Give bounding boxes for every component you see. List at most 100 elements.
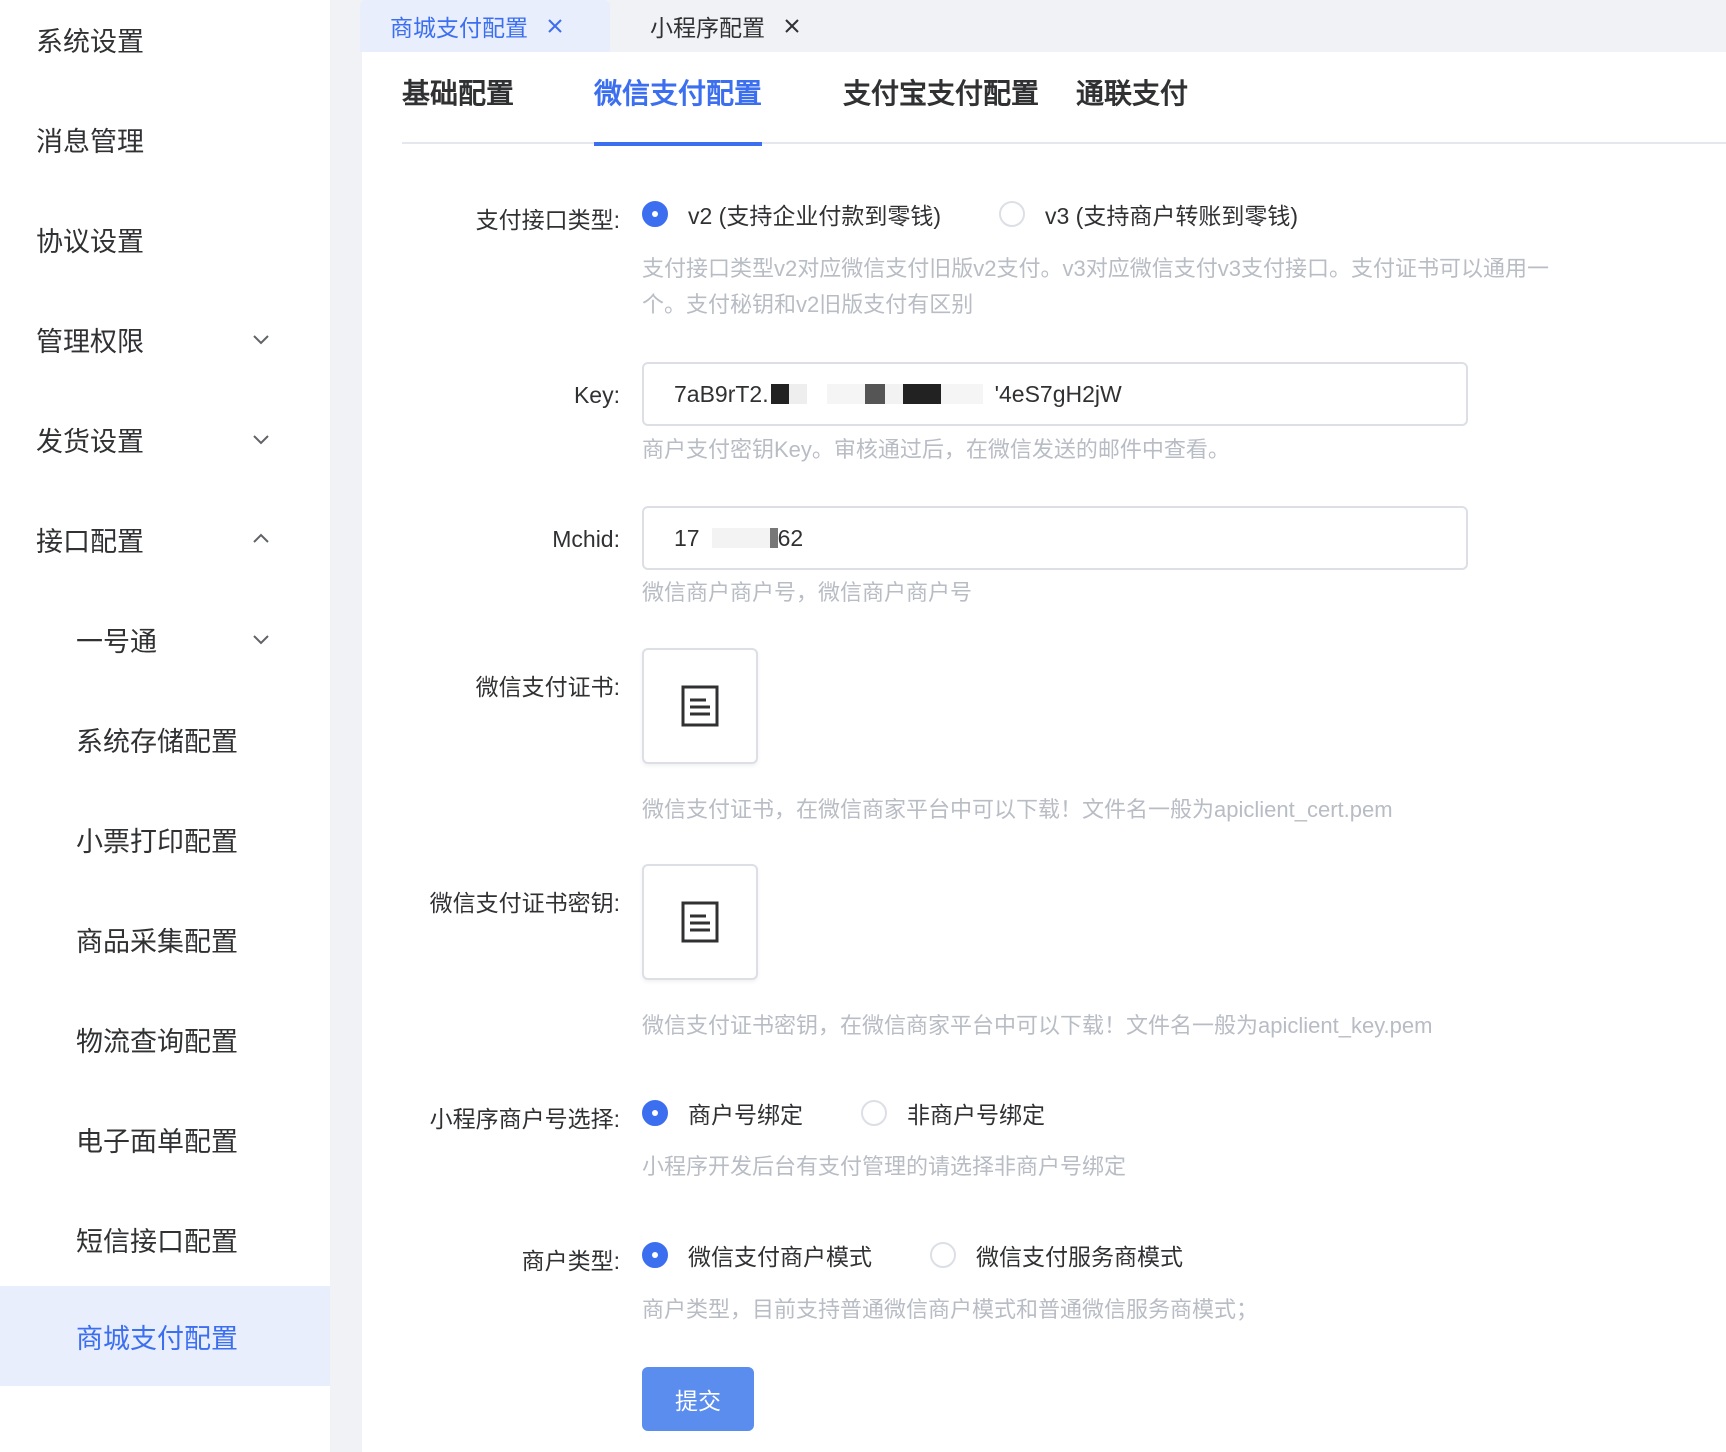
cert-label: 微信支付证书: [475,674,620,700]
radio-dot [642,1100,668,1126]
chevron-up-icon [253,533,269,543]
redaction-mask [711,528,770,548]
radio-non-merchant-bind[interactable]: 非商户号绑定 [861,1096,1045,1130]
radio-dot [861,1100,887,1126]
document-icon [681,685,719,727]
tab-allinpay[interactable]: 通联支付 [1076,72,1188,144]
sidebar-item-admin-permissions[interactable]: 管理权限 [0,289,330,389]
cert-upload[interactable] [642,648,758,764]
redaction-mask [864,384,885,404]
sidebar-item-message-management[interactable]: 消息管理 [0,89,330,189]
pay-api-type-radio-group: v2 (支持企业付款到零钱) v3 (支持商户转账到零钱) [642,197,1298,231]
tab-basic-config[interactable]: 基础配置 [402,72,514,144]
submit-button[interactable]: 提交 [642,1367,754,1431]
sidebar-item-interface-config[interactable]: 接口配置 [0,489,330,589]
sidebar-item-label: 发货设置 [36,426,144,457]
redaction-mask [940,384,983,404]
merchant-type-radio-group: 微信支付商户模式 微信支付服务商模式 [642,1238,1183,1272]
redaction-mask [902,384,941,404]
pay-api-type-label: 支付接口类型: [475,207,620,233]
mchid-hint: 微信商户商户号，微信商户商户号 [642,580,973,605]
sidebar-item-label: 管理权限 [36,326,144,357]
radio-dot [999,201,1025,227]
main-panel: 基础配置 微信支付配置 支付宝支付配置 通联支付 支付接口类型: v2 (支持企… [362,52,1726,1452]
key-hint: 商户支付密钥Key。审核通过后，在微信发送的邮件中查看。 [642,437,1230,462]
sidebar-item-logistics-query-config[interactable]: 物流查询配置 [0,989,330,1089]
radio-merchant-bind[interactable]: 商户号绑定 [642,1096,803,1130]
key-input[interactable]: 7aB9rT2. '4eS7gH2jW [642,362,1468,426]
redaction-mask [788,384,807,404]
sidebar-item-label: 系统存储配置 [76,726,238,757]
tag-label: 小程序配置 [650,15,765,41]
sidebar-item-shipping-settings[interactable]: 发货设置 [0,389,330,489]
close-icon[interactable] [546,17,564,35]
key-value-end: '4eS7gH2jW [994,380,1122,407]
merchant-type-hint: 商户类型，目前支持普通微信商户模式和普通微信服务商模式； [642,1297,1259,1322]
sidebar-item-product-collect-config[interactable]: 商品采集配置 [0,889,330,989]
mini-merchant-radio-group: 商户号绑定 非商户号绑定 [642,1096,1045,1130]
sidebar-item-yihaotong[interactable]: 一号通 [0,589,330,689]
tag-mall-payment-config[interactable]: 商城支付配置 [360,0,610,52]
mchid-label: Mchid: [552,526,620,552]
radio-label: 微信支付商户模式 [688,1244,872,1270]
tag-mini-program-config[interactable]: 小程序配置 [620,0,850,52]
sidebar-item-mall-payment-config[interactable]: 商城支付配置 [0,1286,330,1386]
sidebar-item-label: 短信接口配置 [76,1226,238,1257]
key-value-start: 7aB9rT2. [674,380,769,407]
chevron-down-icon [253,435,269,445]
sidebar-item-agreement-settings[interactable]: 协议设置 [0,189,330,289]
mini-merchant-hint: 小程序开发后台有支付管理的请选择非商户号绑定 [642,1154,1127,1179]
sidebar-item-receipt-print-config[interactable]: 小票打印配置 [0,789,330,889]
radio-label: 非商户号绑定 [907,1102,1045,1128]
sidebar-item-label: 协议设置 [36,226,144,257]
sidebar-item-storage-config[interactable]: 系统存储配置 [0,689,330,789]
cert-key-hint: 微信支付证书密钥，在微信商家平台中可以下载！文件名一般为apiclient_ke… [642,1013,1433,1038]
cert-key-label: 微信支付证书密钥: [429,890,620,916]
radio-label: 微信支付服务商模式 [976,1244,1183,1270]
chevron-down-icon [253,635,269,645]
mchid-value-end: 62 [777,524,804,551]
radio-label: 商户号绑定 [688,1102,803,1128]
radio-v3[interactable]: v3 (支持商户转账到零钱) [999,197,1298,231]
redaction-mask [770,384,789,404]
radio-merchant-mode[interactable]: 微信支付商户模式 [642,1238,872,1272]
tab-alipay-config[interactable]: 支付宝支付配置 [843,72,1039,144]
cert-key-upload[interactable] [642,864,758,980]
mini-merchant-label: 小程序商户号选择: [429,1106,620,1132]
mchid-input[interactable]: 17 62 [642,506,1468,570]
sidebar-item-label: 消息管理 [36,126,144,157]
radio-service-provider-mode[interactable]: 微信支付服务商模式 [930,1238,1183,1272]
sidebar-item-label: 电子面单配置 [76,1126,238,1157]
radio-dot [930,1242,956,1268]
radio-dot [642,1242,668,1268]
sidebar-item-system-settings[interactable]: 系统设置 [0,0,330,89]
sidebar-item-sms-config[interactable]: 短信接口配置 [0,1189,330,1289]
mchid-value-start: 17 [674,524,700,551]
tags-view-bar: 商城支付配置 小程序配置 [330,0,1726,52]
redaction-mask [826,384,865,404]
cert-hint: 微信支付证书，在微信商家平台中可以下载！文件名一般为apiclient_cert… [642,797,1393,822]
close-icon[interactable] [783,17,801,35]
sidebar-item-label: 一号通 [76,626,157,657]
key-label: Key: [573,382,620,408]
sidebar-item-label: 接口配置 [36,526,144,557]
sidebar-item-label: 物流查询配置 [76,1026,238,1057]
radio-dot [642,201,668,227]
sidebar-item-label: 系统设置 [36,26,144,57]
radio-v2[interactable]: v2 (支持企业付款到零钱) [642,197,941,231]
sidebar-item-label: 商品采集配置 [76,926,238,957]
sidebar-item-label: 商城支付配置 [76,1323,238,1354]
redaction-mask [769,528,778,548]
tag-label: 商城支付配置 [390,15,528,41]
sidebar: 系统设置 消息管理 协议设置 管理权限 发货设置 接口配置 一号通 系统存储配置… [0,0,330,1452]
redaction-mask [884,384,903,404]
chevron-down-icon [253,335,269,345]
config-tabs: 基础配置 微信支付配置 支付宝支付配置 通联支付 [402,52,1726,146]
sidebar-item-e-waybill-config[interactable]: 电子面单配置 [0,1089,330,1189]
document-icon [681,901,719,943]
tab-wechat-pay-config[interactable]: 微信支付配置 [594,72,763,146]
radio-label: v2 (支持企业付款到零钱) [688,203,941,229]
merchant-type-label: 商户类型: [521,1248,620,1274]
sidebar-item-label: 小票打印配置 [76,826,238,857]
radio-label: v3 (支持商户转账到零钱) [1045,203,1298,229]
